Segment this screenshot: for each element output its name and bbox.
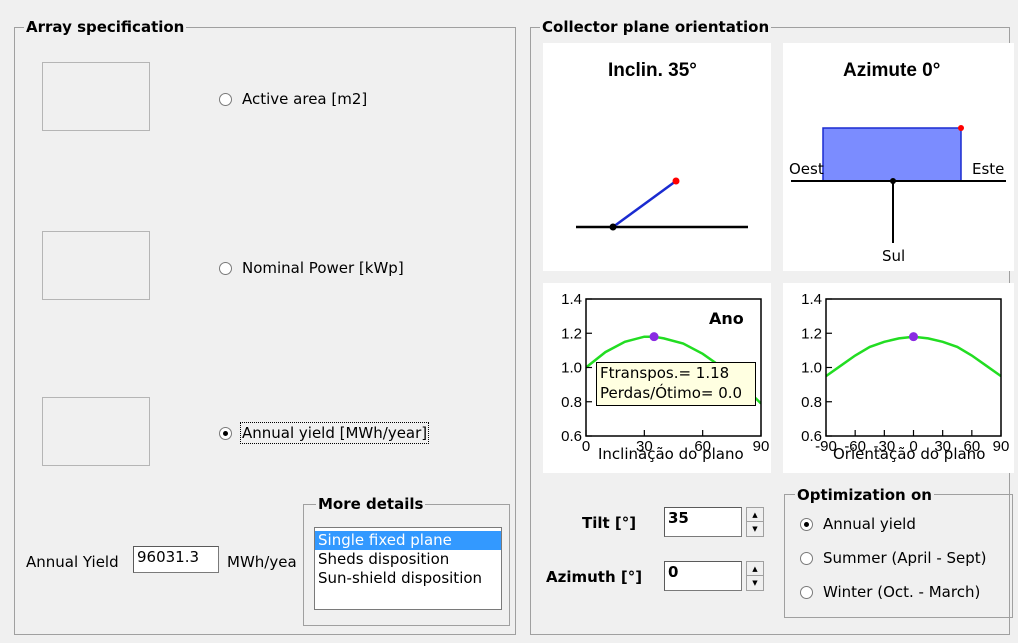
east-label: Este [972,160,1005,178]
tilted-plane-line [612,179,677,229]
radio-nominal-power[interactable]: Nominal Power [kWp] [219,259,404,277]
x-tick-label: 0 [582,438,590,455]
radio-nominal-power-label: Nominal Power [kWp] [242,259,404,277]
list-item-single-fixed-plane[interactable]: Single fixed plane [315,531,501,550]
nominal-power-display [42,231,150,300]
tilt-chart-xlabel: Inclinação do plano [598,445,744,463]
y-tick-label: 0.8 [801,394,822,411]
tooltip-line-2: Perdas/Ótimo= 0.0 [600,384,743,402]
plane-corner-point [958,125,964,131]
optimum-marker [649,332,659,342]
radio-opt-summer[interactable]: Summer (April - Sept) [800,549,987,567]
list-item-sheds-disposition[interactable]: Sheds disposition [315,550,501,569]
y-tick-label: 0.8 [561,394,582,411]
optimum-marker [909,332,918,342]
tooltip: Ftranspos.= 1.18 Perdas/Ótimo= 0.0 [596,362,756,406]
tilt-spinner[interactable]: ▲ ▼ [746,507,764,537]
list-item-sun-shield-disposition[interactable]: Sun-shield disposition [315,569,501,588]
south-label: Sul [882,247,906,265]
azimuth-spin-down[interactable]: ▼ [747,576,763,590]
azimuth-spin-up[interactable]: ▲ [747,562,763,576]
y-tick-label: 0.6 [561,428,582,445]
azimuth-diagram [791,125,1006,243]
y-tick-label: 1.0 [801,360,822,377]
annual-yield-label: Annual Yield [26,553,119,571]
tilt-chart-title: Ano [709,309,744,328]
tilt-spin-up[interactable]: ▲ [747,508,763,522]
tilt-spin-down[interactable]: ▼ [747,522,763,536]
optimization-title: Optimization on [795,486,934,504]
plane-rectangle [822,127,962,182]
center-point [890,178,896,184]
y-tick-label: 1.2 [561,325,582,342]
radio-indicator [219,261,232,275]
y-tick-label: 1.2 [801,325,822,342]
active-area-display [42,62,150,131]
azimuth-chart-xlabel: Orientação do plano [833,445,986,463]
annual-yield-unit: MWh/yea [227,553,297,571]
radio-opt-winter[interactable]: Winter (Oct. - March) [800,583,980,601]
radio-opt-annual-yield-label: Annual yield [823,515,916,533]
tilt-field[interactable]: 35 [664,507,742,537]
radio-indicator-selected [219,426,232,440]
x-tick-label: 90 [753,438,770,455]
tilt-diagram [576,177,748,231]
x-tick-label: 90 [993,438,1010,455]
more-details-title: More details [316,495,426,513]
radio-annual-yield-label: Annual yield [MWh/year] [239,422,430,444]
annual-yield-display [42,397,150,466]
more-details-listbox[interactable]: Single fixed plane Sheds disposition Sun… [314,527,502,610]
radio-opt-winter-label: Winter (Oct. - March) [823,583,981,601]
radio-opt-annual-yield[interactable]: Annual yield [800,515,916,533]
tilt-label: Tilt [°] [582,514,637,532]
azimuth-field[interactable]: 0 [664,561,742,591]
y-tick-label: 1.0 [561,360,582,377]
radio-indicator [219,92,232,106]
west-label: Oest [789,160,824,178]
plot-frame [825,298,1002,437]
annual-yield-field[interactable]: 96031.3 [133,546,219,573]
azimuth-label: Azimuth [°] [546,568,643,586]
plane-tip-point [672,177,680,185]
azimuth-spinner[interactable]: ▲ ▼ [746,561,764,591]
radio-annual-yield[interactable]: Annual yield [MWh/year] [219,422,430,444]
radio-active-area[interactable]: Active area [m2] [219,90,367,108]
radio-indicator-selected [800,517,813,531]
series-line [826,335,1001,378]
y-tick-label: 1.4 [801,291,822,308]
tooltip-line-1: Ftranspos.= 1.18 [600,364,730,382]
radio-opt-summer-label: Summer (April - Sept) [823,549,987,567]
radio-active-area-label: Active area [m2] [242,90,368,108]
pivot-point [609,223,617,231]
radio-indicator [800,551,813,565]
radio-indicator [800,585,813,599]
y-tick-label: 1.4 [561,291,582,308]
array-specification-title: Array specification [24,18,187,36]
collector-orientation-title: Collector plane orientation [540,18,772,36]
